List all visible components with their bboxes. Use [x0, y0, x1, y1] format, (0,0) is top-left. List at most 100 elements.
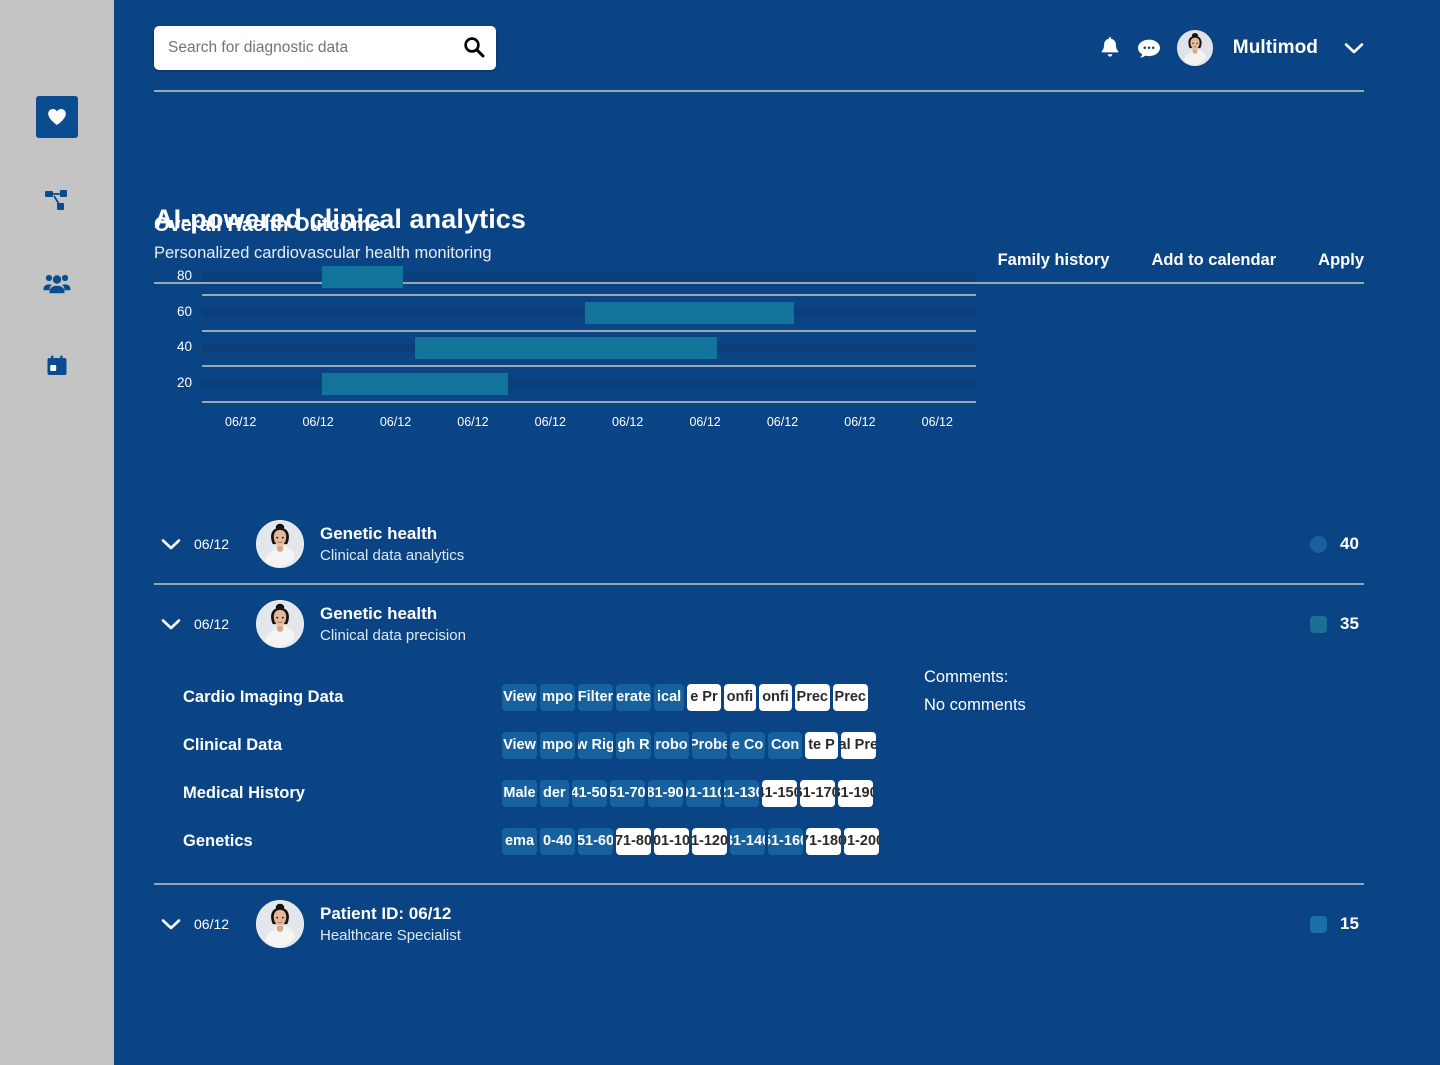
chart-x-tick: 06/12	[457, 415, 489, 429]
sidebar-item-patients[interactable]	[36, 262, 78, 304]
list-item[interactable]: 06/12 Patient ID: 06/12 Healthcare Speci…	[154, 885, 1364, 963]
detail-chip[interactable]: Prec	[832, 683, 868, 711]
avatar	[256, 900, 304, 948]
chart-plot-area: 80 60 40 20	[177, 260, 1054, 403]
detail-chip[interactable]: ical	[654, 683, 685, 711]
list-item[interactable]: 06/12 Genetic health	[154, 585, 1364, 663]
detail-chip-group: View mpo w Rig gh Rrobo Probe e Co Con te Pal P…	[502, 731, 876, 759]
action-apply[interactable]: Apply	[1318, 251, 1364, 270]
topbar-divider	[154, 90, 1364, 92]
chart-gridline	[202, 329, 976, 332]
detail-chip[interactable]: ema	[502, 827, 537, 855]
chart-bar	[321, 372, 508, 395]
sidebar-item-calendar[interactable]	[36, 345, 78, 387]
detail-chip-group: Maleder41-5051-7081-9001-11021-13041-150…	[502, 779, 873, 807]
detail-chip[interactable]: robo	[654, 731, 689, 759]
list-item[interactable]: 06/12 Genetic health	[154, 505, 1364, 583]
detail-chip[interactable]: Filter	[578, 683, 613, 711]
chart-gridline	[202, 400, 976, 403]
list-item-text: Patient ID: 06/12 Healthcare Specialist	[320, 904, 461, 944]
detail-chip[interactable]: al Pre	[840, 731, 876, 759]
list-item-subtitle: Clinical data precision	[320, 627, 466, 644]
detail-chip[interactable]: 81-190	[837, 779, 873, 807]
chart-x-tick: 06/12	[921, 415, 953, 429]
avatar	[256, 520, 304, 568]
detail-chip[interactable]: 21-130	[723, 779, 759, 807]
chart-gridline	[202, 294, 976, 296]
chat-bubble-icon[interactable]	[1137, 38, 1161, 59]
detail-chip[interactable]: onfi	[723, 683, 757, 711]
detail-chip[interactable]: e Pr	[687, 683, 721, 711]
detail-chip[interactable]: 41-50	[571, 779, 607, 807]
search-input[interactable]	[154, 26, 452, 70]
detail-chip[interactable]: w Rig	[578, 731, 613, 759]
list-item-title: Genetic health	[320, 524, 438, 543]
detail-row-label: Cardio Imaging Data	[183, 687, 344, 706]
status-marker-dot	[1310, 535, 1327, 553]
detail-chip[interactable]: onfi	[759, 683, 792, 711]
detail-chip[interactable]: Con	[768, 731, 803, 759]
avatar[interactable]	[1176, 30, 1213, 66]
detail-chip[interactable]: 51-160	[768, 827, 803, 855]
chevron-down-icon[interactable]	[154, 918, 188, 931]
detail-chip[interactable]: 31-140	[730, 827, 765, 855]
detail-chip[interactable]: 61-170	[799, 779, 835, 807]
detail-chip[interactable]: 1-120	[692, 827, 727, 855]
list-item-date: 06/12	[194, 916, 230, 932]
detail-chip[interactable]: erate	[616, 683, 651, 711]
detail-row-label: Genetics	[183, 831, 253, 850]
list-item-value: 40	[1310, 534, 1364, 554]
detail-chip[interactable]: 01-10	[654, 827, 689, 855]
detail-chip[interactable]: 71-80	[616, 827, 651, 855]
comments-block: Comments: No comments	[924, 668, 1026, 715]
status-marker-square	[1310, 615, 1327, 633]
detail-chip[interactable]: View	[502, 731, 537, 759]
detail-chip[interactable]: 51-70	[609, 779, 645, 807]
detail-chip[interactable]: e Co	[730, 731, 765, 759]
detail-row-label: Clinical Data	[183, 735, 283, 754]
detail-row: Cardio Imaging Data View mpo Filter erate ica…	[154, 673, 1364, 721]
bell-icon[interactable]	[1099, 36, 1121, 60]
chevron-down-icon[interactable]	[1344, 42, 1364, 55]
list-item-score: 35	[1340, 614, 1359, 633]
list-item-text: Genetic health Clinical data precision	[320, 604, 466, 644]
chart-gridline	[202, 365, 976, 367]
list-item-score: 40	[1340, 534, 1359, 553]
sidebar-item-cardio[interactable]	[36, 96, 78, 138]
list-item-value: 35	[1310, 614, 1364, 634]
chart-y-tick: 40	[176, 339, 192, 354]
chevron-down-icon[interactable]	[154, 538, 188, 551]
detail-chip[interactable]: Probe	[692, 731, 727, 759]
detail-chip[interactable]: te P	[805, 731, 838, 759]
username-label: Multimod	[1232, 37, 1318, 58]
search-box[interactable]	[154, 26, 496, 70]
search-button[interactable]	[452, 26, 496, 70]
chart-bar	[585, 301, 795, 324]
detail-chip[interactable]: mpo	[540, 731, 575, 759]
detail-chip[interactable]: 0-40	[540, 827, 575, 855]
detail-chip[interactable]: 91-200	[844, 827, 879, 855]
list-item-subtitle: Healthcare Specialist	[320, 927, 461, 944]
detail-chip[interactable]: gh R	[616, 731, 651, 759]
detail-chip[interactable]: 41-150	[761, 779, 797, 807]
list-item-subtitle: Clinical data analytics	[320, 547, 465, 564]
app-root: Multimod AI-powered clinical analytics P…	[0, 0, 1440, 1065]
detail-chip[interactable]: 01-110	[685, 779, 721, 807]
detail-chip[interactable]: 71-180	[806, 827, 841, 855]
comments-value: No comments	[924, 696, 1026, 714]
detail-chip[interactable]: 81-90	[647, 779, 683, 807]
list-item-value: 15	[1310, 914, 1364, 934]
detail-chip[interactable]: der	[540, 779, 569, 807]
detail-chip[interactable]: 51-60	[578, 827, 613, 855]
heart-icon	[47, 108, 67, 126]
detail-chip[interactable]: mpo	[540, 683, 575, 711]
chart-x-tick: 06/12	[534, 415, 566, 429]
detail-chip[interactable]: View	[502, 683, 537, 711]
chart-y-tick: 60	[176, 303, 192, 319]
detail-chip[interactable]: Male	[502, 779, 537, 807]
sidebar-item-network[interactable]	[36, 179, 78, 221]
detail-chip[interactable]: Prec	[794, 683, 830, 711]
detail-row: Genetics ema0-4051-6071-8001-101-12031-14…	[154, 817, 1364, 865]
action-add-to-calendar[interactable]: Add to calendar	[1151, 251, 1276, 270]
chevron-down-icon[interactable]	[154, 618, 188, 631]
